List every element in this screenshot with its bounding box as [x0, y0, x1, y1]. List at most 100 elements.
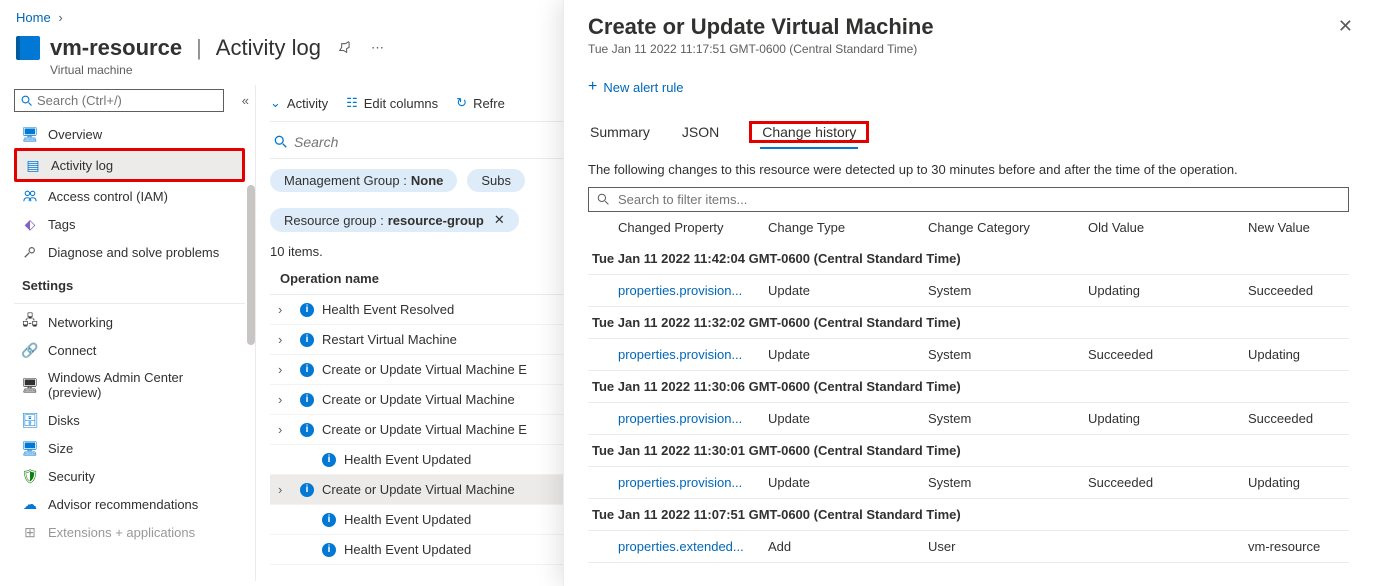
change-row[interactable]: properties.provision...UpdateSystemUpdat… [588, 403, 1349, 435]
change-row[interactable]: properties.provision...UpdateSystemSucce… [588, 467, 1349, 499]
panel-description: The following changes to this resource w… [588, 162, 1349, 177]
col-changed-property[interactable]: Changed Property [618, 220, 768, 235]
diagnose-icon [22, 244, 38, 260]
filter-mgmt-group[interactable]: Management Group : None [270, 169, 457, 192]
filter-subscription[interactable]: Subs [467, 169, 525, 192]
operation-label: Create or Update Virtual Machine E [322, 422, 527, 437]
size-icon: 🖥 [22, 440, 38, 456]
tab-change-history[interactable]: Change history [760, 116, 858, 148]
panel-filter[interactable] [588, 187, 1349, 212]
timestamp-group-header[interactable]: Tue Jan 11 2022 11:32:02 GMT-0600 (Centr… [588, 307, 1349, 339]
breadcrumb-home[interactable]: Home [16, 10, 51, 25]
col-change-category[interactable]: Change Category [928, 220, 1088, 235]
timestamp-group-header[interactable]: Tue Jan 11 2022 11:30:01 GMT-0600 (Centr… [588, 435, 1349, 467]
new-alert-rule-button[interactable]: + New alert rule [588, 78, 684, 96]
title-divider: | [196, 35, 202, 61]
collapse-sidebar-icon[interactable]: « [242, 93, 249, 108]
change-row[interactable]: properties.extended...AddUservm-resource [588, 531, 1349, 563]
changed-property-link[interactable]: properties.provision... [618, 283, 768, 298]
chevron-right-icon: › [58, 10, 62, 25]
nav-wac[interactable]: 🖥 Windows Admin Center (preview) [14, 364, 245, 406]
nav-label: Networking [48, 315, 113, 330]
nav-diagnose[interactable]: Diagnose and solve problems [14, 238, 245, 266]
info-icon: i [300, 423, 314, 437]
resource-name: vm-resource [50, 35, 182, 61]
nav-label: Diagnose and solve problems [48, 245, 219, 260]
nav-label: Advisor recommendations [48, 497, 198, 512]
changed-property-link[interactable]: properties.provision... [618, 475, 768, 490]
change-category-value: System [928, 283, 1088, 298]
col-change-type[interactable]: Change Type [768, 220, 928, 235]
nav-activity-log[interactable]: ▤ Activity log [14, 148, 245, 182]
nav-label: Access control (IAM) [48, 189, 168, 204]
change-row[interactable]: properties.provision...UpdateSystemUpdat… [588, 275, 1349, 307]
sidebar-search-input[interactable] [37, 93, 217, 108]
col-new-value[interactable]: New Value [1248, 220, 1345, 235]
old-value [1088, 539, 1248, 554]
chevron-right-icon[interactable]: › [278, 332, 292, 347]
changed-property-link[interactable]: properties.provision... [618, 347, 768, 362]
toolbar-refresh[interactable]: ↻ Refre [456, 95, 505, 111]
sidebar-search[interactable] [14, 89, 224, 112]
nav-label: Connect [48, 343, 96, 358]
col-old-value[interactable]: Old Value [1088, 220, 1248, 235]
old-value: Succeeded [1088, 347, 1248, 362]
timestamp-group-header[interactable]: Tue Jan 11 2022 11:30:06 GMT-0600 (Centr… [588, 371, 1349, 403]
tab-json[interactable]: JSON [680, 116, 721, 148]
operation-label: Create or Update Virtual Machine [322, 482, 515, 497]
nav-label: Extensions + applications [48, 525, 195, 540]
change-table-header: Changed Property Change Type Change Cate… [588, 212, 1349, 243]
plus-icon: + [588, 78, 597, 96]
nav-tags[interactable]: ⬖ Tags [14, 210, 245, 238]
toolbar-label: Edit columns [364, 96, 438, 111]
tab-summary[interactable]: Summary [588, 116, 652, 148]
changed-property-link[interactable]: properties.extended... [618, 539, 768, 554]
nav-extensions[interactable]: ⊞ Extensions + applications [14, 518, 245, 546]
operation-label: Health Event Updated [344, 452, 471, 467]
toolbar-activity[interactable]: ⌄ Activity [270, 95, 328, 111]
iam-icon [22, 188, 38, 204]
toolbar-edit-columns[interactable]: ☷ Edit columns [346, 95, 438, 111]
filter-resource-group[interactable]: Resource group : resource-group ✕ [270, 208, 519, 232]
timestamp-group-header[interactable]: Tue Jan 11 2022 11:42:04 GMT-0600 (Centr… [588, 243, 1349, 275]
change-row[interactable]: properties.provision...UpdateSystemSucce… [588, 339, 1349, 371]
chevron-right-icon[interactable]: › [278, 422, 292, 437]
new-value: Updating [1248, 475, 1345, 490]
change-category-value: System [928, 411, 1088, 426]
nav-disks[interactable]: 🗄 Disks [14, 406, 245, 434]
nav-size[interactable]: 🖥 Size [14, 434, 245, 462]
remove-filter-icon[interactable]: ✕ [494, 212, 505, 228]
close-panel-icon[interactable]: ✕ [1338, 16, 1353, 37]
change-type-value: Update [768, 411, 928, 426]
nav-security[interactable]: 🛡 Security [14, 462, 245, 490]
info-icon: i [300, 333, 314, 347]
overview-icon: 🖥 [22, 126, 38, 142]
info-icon: i [322, 543, 336, 557]
changed-property-link[interactable]: properties.provision... [618, 411, 768, 426]
panel-filter-input[interactable] [618, 192, 1340, 207]
nav-connect[interactable]: 🔗 Connect [14, 336, 245, 364]
sidebar-scrollbar[interactable] [247, 185, 255, 345]
filter-value: resource-group [388, 213, 484, 228]
operation-label: Health Event Resolved [322, 302, 454, 317]
chevron-right-icon[interactable]: › [278, 362, 292, 377]
refresh-icon: ↻ [456, 95, 467, 111]
info-icon: i [322, 453, 336, 467]
new-alert-label: New alert rule [603, 80, 683, 95]
old-value: Updating [1088, 411, 1248, 426]
pin-icon[interactable] [339, 41, 353, 55]
chevron-right-icon[interactable]: › [278, 302, 292, 317]
filter-label: Resource group : [284, 213, 384, 228]
nav-iam[interactable]: Access control (IAM) [14, 182, 245, 210]
more-icon[interactable]: ⋯ [371, 40, 384, 56]
nav-label: Tags [48, 217, 75, 232]
nav-overview[interactable]: 🖥 Overview [14, 120, 245, 148]
chevron-right-icon[interactable]: › [278, 392, 292, 407]
timestamp-group-header[interactable]: Tue Jan 11 2022 11:07:51 GMT-0600 (Centr… [588, 499, 1349, 531]
chevron-right-icon[interactable]: › [278, 482, 292, 497]
nav-advisor[interactable]: ☁ Advisor recommendations [14, 490, 245, 518]
filter-value: None [411, 173, 444, 188]
operation-label: Health Event Updated [344, 512, 471, 527]
change-category-value: User [928, 539, 1088, 554]
nav-networking[interactable]: 🖧 Networking [14, 308, 245, 336]
